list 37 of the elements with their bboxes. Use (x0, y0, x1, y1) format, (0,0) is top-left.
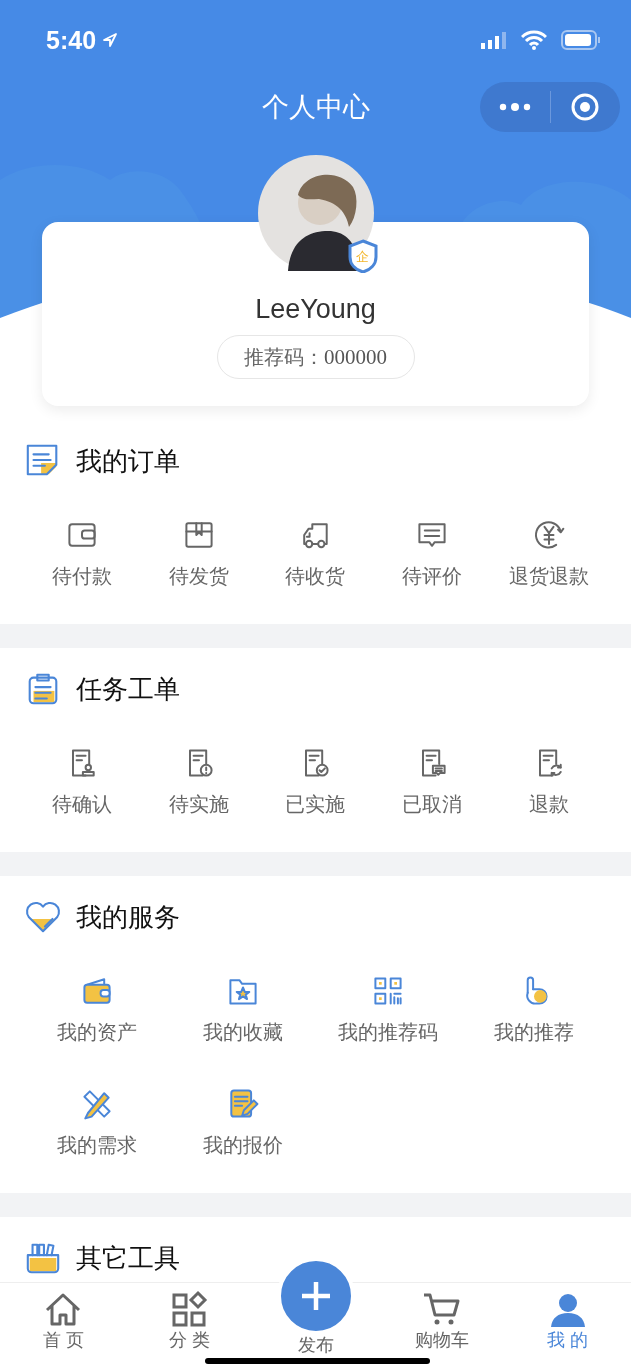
tab-item[interactable]: 我 的 (504, 1283, 631, 1350)
user-name: LeeYoung (255, 293, 376, 326)
section-title: 其它工具 (76, 1241, 180, 1275)
menu-item[interactable]: 已取消 (373, 745, 491, 818)
status-time: 5:40 (46, 25, 97, 55)
menu-item[interactable]: 已实施 (257, 745, 374, 818)
enterprise-badge: 企 (347, 239, 378, 273)
menu-item[interactable]: 我的需求 (24, 1086, 170, 1159)
menu-item[interactable]: 我的收藏 (169, 973, 316, 1046)
referral-label: 推荐码： (244, 344, 324, 370)
menu-item[interactable]: 待实施 (140, 745, 258, 818)
menu-item[interactable]: 待收货 (257, 517, 374, 590)
menu-item[interactable]: 我的推荐码 (315, 973, 462, 1046)
menu-item[interactable]: 待发货 (140, 517, 258, 590)
tab-item[interactable]: 首 页 (0, 1283, 127, 1350)
more-icon (498, 102, 531, 112)
signal-icon (481, 31, 507, 49)
tab-item[interactable]: 购物车 (378, 1283, 505, 1350)
menu-item[interactable]: 待评价 (373, 517, 491, 590)
menu-item[interactable]: 我的资产 (24, 973, 170, 1046)
page-title: 个人中心 (261, 91, 370, 124)
menu-item[interactable]: 我的推荐 (461, 973, 607, 1046)
location-arrow-icon (102, 32, 119, 48)
menu-item[interactable]: 我的报价 (169, 1086, 316, 1159)
target-icon (570, 92, 601, 122)
tab-item[interactable]: 分 类 (126, 1283, 253, 1350)
referral-code: 000000 (324, 344, 387, 370)
section-title: 我的订单 (76, 444, 180, 478)
battery-icon (561, 30, 601, 50)
menu-item[interactable]: 退款 (490, 745, 607, 818)
section-title: 任务工单 (76, 672, 180, 706)
section-title: 我的服务 (76, 900, 180, 934)
menu-item[interactable]: 退货退款 (490, 517, 607, 590)
menu-item[interactable]: 待确认 (24, 745, 141, 818)
menu-item[interactable]: 待付款 (24, 517, 141, 590)
wifi-icon (521, 30, 547, 50)
tab-item[interactable]: 发布 (252, 1257, 379, 1355)
